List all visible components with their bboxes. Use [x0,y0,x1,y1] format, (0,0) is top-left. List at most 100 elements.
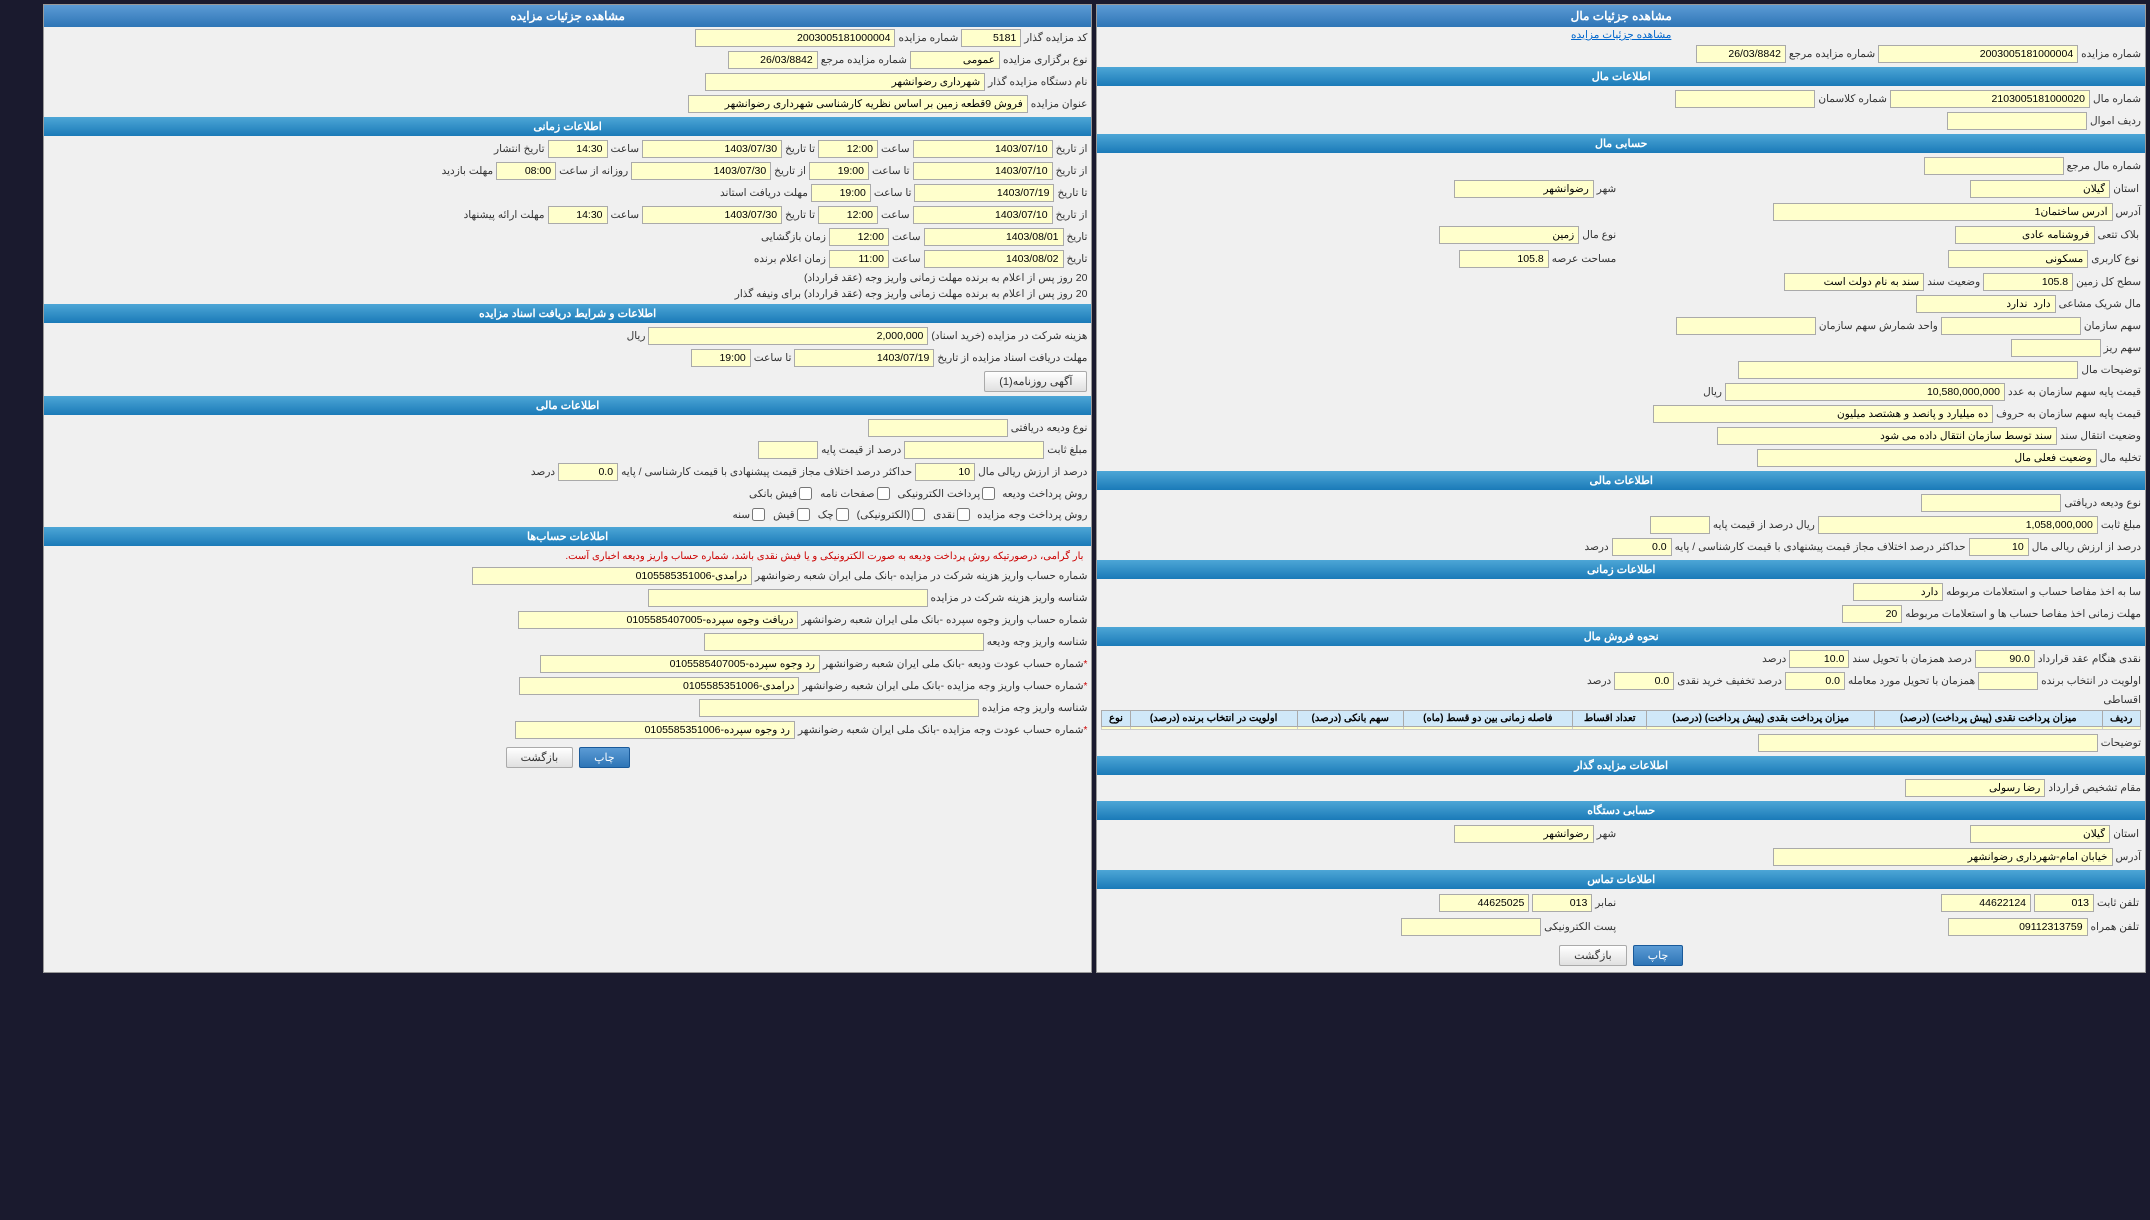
qesh-check[interactable] [797,508,810,521]
nambr-input[interactable] [1439,894,1529,912]
mal-number-input[interactable] [1890,90,2090,108]
tel-input[interactable] [1941,894,2031,912]
hesabat-row2-input[interactable] [648,589,928,607]
estelam-to-input[interactable] [914,184,1054,202]
right-org-input[interactable] [705,73,985,91]
fesh-check[interactable] [799,487,812,500]
inteshar-to-time-input[interactable] [548,140,608,158]
asnad-from-input[interactable] [794,349,934,367]
chek-check[interactable] [836,508,849,521]
shahr-input[interactable] [1454,180,1594,198]
inteshar-to-input[interactable] [642,140,782,158]
hesabat-row6-input[interactable] [519,677,799,695]
darsd-input[interactable] [1650,516,1710,534]
maltype-input[interactable] [1439,226,1579,244]
barzgashi-date-input[interactable] [924,228,1064,246]
elektr-check[interactable] [912,508,925,521]
takhlie-input[interactable] [1757,449,2097,467]
inteshar-from-time-input[interactable] [818,140,878,158]
nambr-code[interactable] [1532,894,1592,912]
tel-code[interactable] [2034,894,2094,912]
right-auction-number-input[interactable] [695,29,895,47]
naghd1-input[interactable] [1975,650,2035,668]
sharik-input[interactable] [1916,295,2056,313]
right-type-input[interactable] [910,51,1000,69]
towzih2-input[interactable] [1758,734,2098,752]
pishnahad-from-time-input[interactable] [818,206,878,224]
right-vazif-type-input[interactable] [868,419,1008,437]
sanad-input[interactable] [1784,273,1924,291]
hamzaman-input[interactable] [1785,672,1845,690]
takhlif-input[interactable] [1614,672,1674,690]
elam-date-input[interactable] [924,250,1064,268]
masahat-kol-input[interactable] [1983,273,2073,291]
darsad10-input[interactable] [1969,538,2029,556]
sene-check[interactable] [752,508,765,521]
karabrdi-input[interactable] [1948,250,2088,268]
barzgasht-from-input[interactable] [913,162,1053,180]
hesabat-row4-input[interactable] [704,633,984,651]
inteshar-from-input[interactable] [913,140,1053,158]
class-input[interactable] [1675,90,1815,108]
ref-number-input[interactable] [1696,45,1786,63]
hamrah-input[interactable] [1948,918,2088,936]
naghd2-input[interactable] [1789,650,1849,668]
right-code-input[interactable] [961,29,1021,47]
towzih-input[interactable] [1738,361,2078,379]
left-print-button[interactable]: چاپ [1633,945,1684,966]
right-ref-input[interactable] [728,51,818,69]
mablag-input[interactable] [1818,516,2098,534]
pishnahad-to-time-input[interactable] [548,206,608,224]
ostan-input[interactable] [1970,180,2110,198]
right-darsad10-input[interactable] [915,463,975,481]
hesabat-row7-input[interactable] [699,699,979,717]
naghd-check[interactable] [957,508,970,521]
mokhtar-input[interactable] [1905,779,2045,797]
mozayede-shahr-input[interactable] [1454,825,1594,843]
barzgasht-to-time-input[interactable] [496,162,556,180]
pishnahad-from-input[interactable] [913,206,1053,224]
auction-detail-link[interactable]: مشاهده جزئیات مزایده [1567,27,1675,43]
mozayede-ostan-input[interactable] [1970,825,2110,843]
email-input[interactable] [1401,918,1541,936]
pishnahad-to-input[interactable] [642,206,782,224]
vaziat-input[interactable] [1717,427,2057,445]
barzgashi-time-input[interactable] [829,228,889,246]
right-print-button[interactable]: چاپ [579,747,630,768]
right-back-button[interactable]: بازگشت [506,747,574,768]
agohi-button[interactable]: آگهی روزنامه(1) [984,371,1087,392]
sahm-riz-input[interactable] [2011,339,2101,357]
sahm-input[interactable] [1941,317,2081,335]
asset-input[interactable] [1947,112,2087,130]
online-check[interactable] [982,487,995,500]
elam-time-input[interactable] [829,250,889,268]
estelam-to-time-input[interactable] [811,184,871,202]
barzgasht-to-input[interactable] [631,162,771,180]
mozayede-address-input[interactable] [1773,848,2113,866]
asnad-to-input[interactable] [691,349,751,367]
blok-input[interactable] [1955,226,2095,244]
qeymat-input[interactable] [1725,383,2005,401]
auction-number-input[interactable] [1878,45,2078,63]
qeymat-harf-input[interactable] [1653,405,1993,423]
check-check[interactable] [877,487,890,500]
masahat-input[interactable] [1459,250,1549,268]
hesab-input[interactable] [1853,583,1943,601]
hesabat-row5-input[interactable] [540,655,820,673]
hesabat-row1-input[interactable] [472,567,752,585]
hesabat-row3-input[interactable] [518,611,798,629]
address-input[interactable] [1773,203,2113,221]
mohlat-input[interactable] [1842,605,1902,623]
right-subject-input[interactable] [688,95,1028,113]
mal-marja-input[interactable] [1924,157,2064,175]
naghd3-input[interactable] [1978,672,2038,690]
hesabat-row8-input[interactable] [515,721,795,739]
right-hadasghar-input[interactable] [558,463,618,481]
right-darsd-input[interactable] [758,441,818,459]
right-mablag-input[interactable] [904,441,1044,459]
vazif-type-input[interactable] [1921,494,2061,512]
vahed-input[interactable] [1676,317,1816,335]
barzgasht-from-time-input[interactable] [809,162,869,180]
hadasghar-input[interactable] [1612,538,1672,556]
hezine-input[interactable] [648,327,928,345]
